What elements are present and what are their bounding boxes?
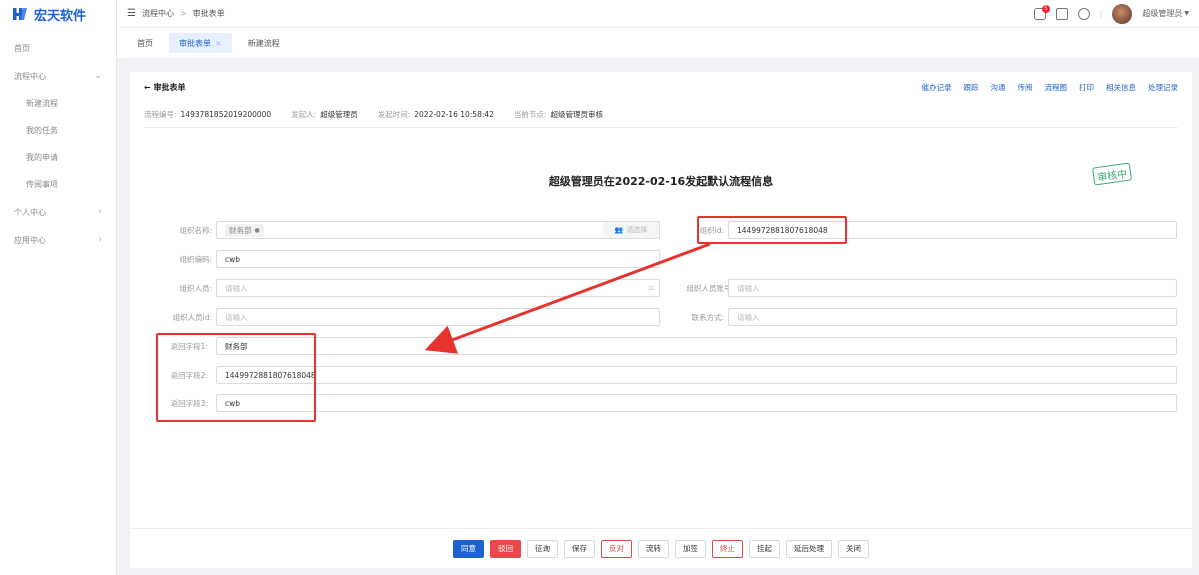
breadcrumb-item[interactable]: 流程中心	[142, 8, 174, 19]
transfer-button[interactable]: 流转	[638, 539, 669, 558]
tab-label: 首页	[137, 38, 153, 48]
tab-home[interactable]: 首页	[127, 33, 163, 53]
tab-new-process[interactable]: 新建流程	[238, 33, 290, 53]
sidebar-item-label: 首页	[14, 43, 30, 53]
header-tools: 5 | 超级管理员 ▼	[1033, 3, 1189, 24]
sidebar-item-personal-center[interactable]: 个人中心 ›	[0, 198, 116, 226]
tab-approval-form[interactable]: 审批表单 ×	[169, 33, 232, 53]
menu-toggle-icon[interactable]: ☰	[127, 8, 136, 19]
breadcrumb-item: 审批表单	[192, 9, 225, 18]
message-icon[interactable]: 5	[1033, 4, 1050, 20]
app: 宏天软件 首页 流程中心 ⌄ 新建流程 我的任务 我的申请 传阅事项 个人中心 …	[0, 0, 1199, 575]
add-sign-button[interactable]: 加签	[675, 539, 706, 558]
breadcrumb: ☰ 流程中心 > 审批表单	[127, 8, 225, 19]
sidebar-subitem-new-process[interactable]: 新建流程	[0, 90, 116, 117]
save-button[interactable]: 保存	[564, 539, 595, 558]
sidebar-item-process-center[interactable]: 流程中心 ⌄	[0, 62, 116, 90]
breadcrumb-separator: >	[179, 9, 187, 18]
caret-down-icon[interactable]: ▼	[1184, 10, 1189, 17]
sidebar: 宏天软件 首页 流程中心 ⌄ 新建流程 我的任务 我的申请 传阅事项 个人中心 …	[0, 0, 117, 575]
sidebar-subitem-circulation[interactable]: 传阅事项	[0, 171, 116, 198]
oppose-button[interactable]: 反对	[601, 539, 632, 558]
sidebar-item-home[interactable]: 首页	[0, 34, 116, 62]
logo-text: 宏天软件	[34, 8, 87, 24]
theme-icon[interactable]	[1077, 7, 1090, 20]
sidebar-item-label: 个人中心	[14, 207, 46, 217]
sidebar-subitem-my-tasks[interactable]: 我的任务	[0, 117, 116, 144]
logo[interactable]: 宏天软件	[0, 0, 116, 28]
tabs-bar: 首页 审批表单 × 新建流程	[117, 28, 1199, 58]
tab-label: 新建流程	[247, 38, 280, 48]
suspend-button[interactable]: 挂起	[749, 539, 780, 558]
annotation-arrow	[424, 242, 711, 354]
tab-label: 审批表单	[179, 38, 211, 48]
postpone-button[interactable]: 延后处理	[786, 539, 832, 558]
header-divider: |	[1099, 9, 1103, 18]
approve-button[interactable]: 同意	[453, 539, 484, 558]
avatar[interactable]	[1112, 3, 1133, 24]
close-icon[interactable]: ×	[215, 39, 222, 48]
chevron-right-icon: ›	[98, 207, 102, 217]
top-header: ☰ 流程中心 > 审批表单 5 | 超级管理员 ▼	[117, 0, 1199, 28]
sidebar-item-label: 流程中心	[14, 71, 46, 81]
sidebar-subitem-my-requests[interactable]: 我的申请	[0, 144, 116, 171]
chevron-right-icon: ›	[98, 235, 102, 245]
sidebar-menu: 首页 流程中心 ⌄ 新建流程 我的任务 我的申请 传阅事项 个人中心 › 应用中…	[0, 34, 116, 254]
close-button[interactable]: 关闭	[838, 539, 869, 558]
footer-actions: 同意 驳回 征询 保存 反对 流转 加签 终止 挂起 延后处理 关闭	[130, 528, 1192, 568]
sidebar-item-label: 应用中心	[14, 235, 46, 245]
sidebar-item-app-center[interactable]: 应用中心 ›	[0, 226, 116, 254]
fullscreen-icon[interactable]	[1055, 7, 1068, 20]
consult-button[interactable]: 征询	[527, 539, 558, 558]
user-name[interactable]: 超级管理员	[1142, 8, 1182, 19]
terminate-button[interactable]: 终止	[712, 539, 743, 558]
main-content: ← 审批表单 催办记录 跟踪 沟通 传阅 流程图 打印 相关信息 处理记录 流程…	[130, 72, 1192, 568]
reject-button[interactable]: 驳回	[490, 539, 521, 558]
chevron-down-icon: ⌄	[94, 71, 102, 81]
notification-badge: 5	[1041, 4, 1050, 13]
logo-icon	[13, 8, 27, 20]
